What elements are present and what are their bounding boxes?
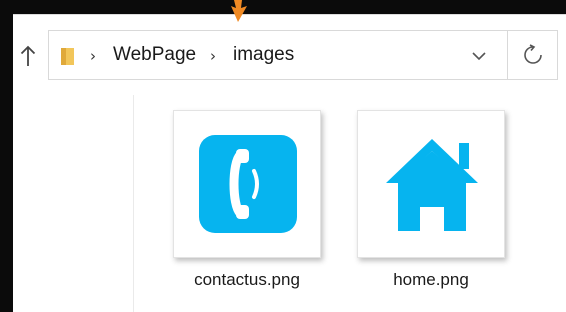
- file-thumbnail[interactable]: [173, 110, 321, 258]
- file-name-label[interactable]: home.png: [345, 270, 517, 290]
- annotation-arrow-icon: [231, 0, 247, 22]
- arrow-up-icon: [20, 45, 36, 66]
- up-button[interactable]: [14, 40, 42, 72]
- refresh-icon: [523, 44, 542, 64]
- refresh-button[interactable]: [508, 30, 558, 80]
- home-icon: [386, 139, 478, 231]
- window-frame-top: [0, 0, 566, 14]
- breadcrumb-separator[interactable]: ›: [210, 47, 216, 65]
- navigation-pane-divider: [133, 95, 134, 312]
- file-thumbnail[interactable]: [357, 110, 505, 258]
- window-frame-left: [0, 0, 13, 312]
- breadcrumb-separator[interactable]: ›: [90, 47, 96, 65]
- folder-icon: [61, 48, 74, 65]
- address-bar[interactable]: › WebPage › images: [48, 30, 508, 80]
- breadcrumb-item-images[interactable]: images: [233, 44, 294, 66]
- file-explorer-window: › WebPage › images contactus.png home.pn…: [0, 0, 566, 312]
- file-name-label[interactable]: contactus.png: [161, 270, 333, 290]
- file-item-home[interactable]: home.png: [345, 110, 505, 300]
- chevron-down-icon[interactable]: [467, 45, 491, 67]
- breadcrumb-item-webpage[interactable]: WebPage: [113, 44, 196, 66]
- frame-divider: [13, 14, 566, 15]
- file-item-contactus[interactable]: contactus.png: [161, 110, 321, 300]
- phone-icon: [199, 135, 297, 233]
